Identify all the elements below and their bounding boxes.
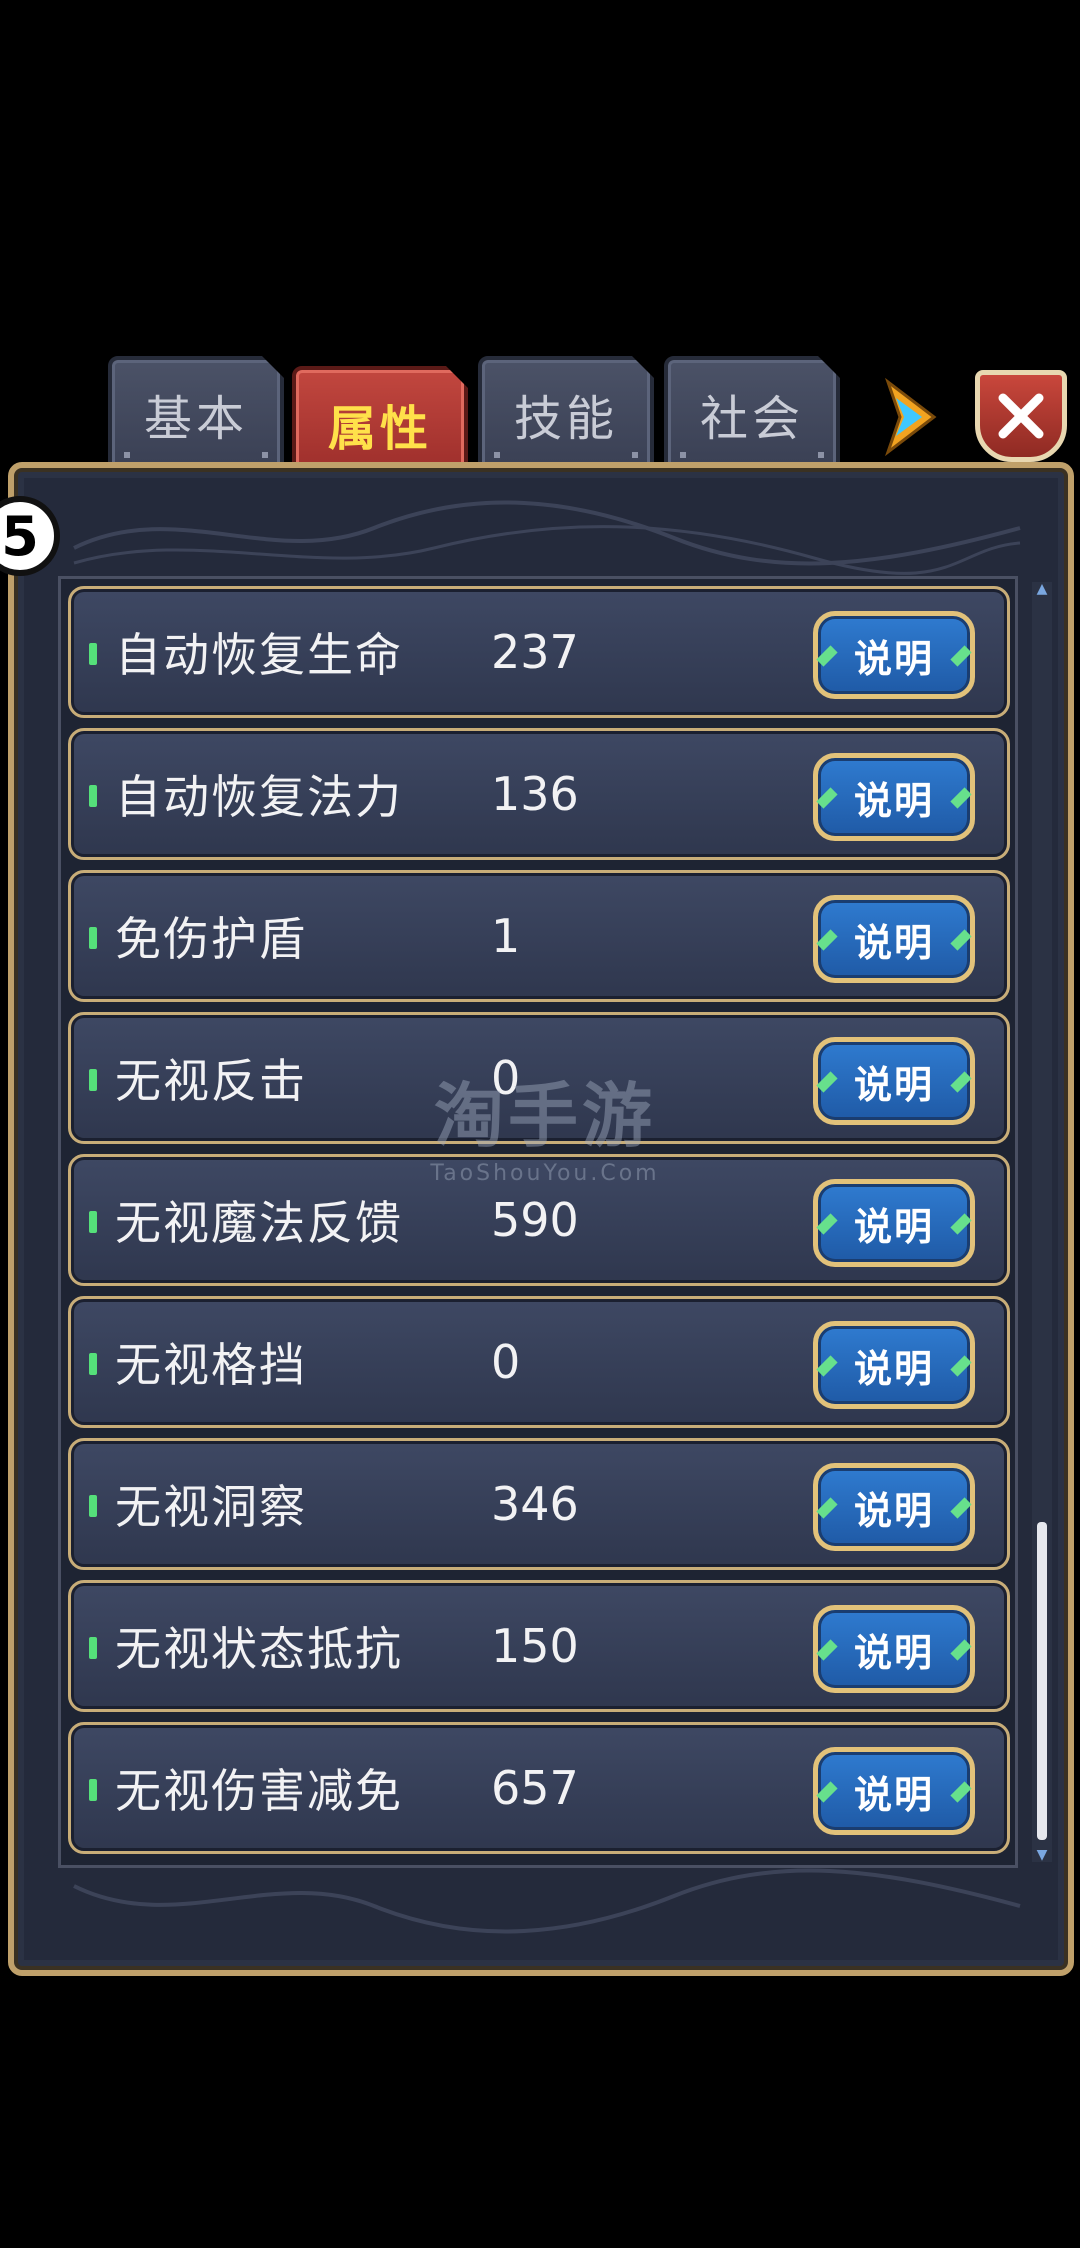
panel-ornament-top [73, 500, 1021, 575]
gem-icon [816, 1213, 838, 1235]
info-button-label: 说明 [853, 778, 934, 823]
info-button[interactable]: 说明 [813, 611, 975, 699]
attribute-value: 136 [491, 767, 579, 821]
row-marker [89, 1637, 97, 1659]
info-button-label: 说明 [853, 1204, 934, 1249]
attribute-value: 1 [491, 909, 521, 963]
attribute-name: 免伤护盾 [115, 912, 307, 966]
gem-icon [950, 1071, 972, 1093]
row-marker [89, 643, 97, 665]
gem-icon [950, 1781, 972, 1803]
info-button[interactable]: 说明 [813, 1605, 975, 1693]
arrow-right-icon [884, 377, 937, 457]
scroll-thumb[interactable] [1037, 1522, 1047, 1840]
row-marker [89, 1495, 97, 1517]
info-button[interactable]: 说明 [813, 895, 975, 983]
tab-skills-label: 技能 [513, 391, 618, 447]
gem-icon [816, 645, 838, 667]
row-marker [89, 1353, 97, 1375]
info-button[interactable]: 说明 [813, 1747, 975, 1835]
gem-icon [950, 929, 972, 951]
gem-icon [950, 645, 972, 667]
attribute-value: 657 [491, 1761, 579, 1815]
tab-social[interactable]: 社会 [664, 356, 840, 472]
attribute-value: 0 [491, 1335, 521, 1389]
attribute-row: 免伤护盾 1 说明 [68, 870, 1010, 1002]
attribute-row: 无视伤害减免 657 说明 [68, 1722, 1010, 1854]
row-marker [89, 927, 97, 949]
attribute-name: 自动恢复生命 [115, 628, 403, 682]
row-marker [89, 1211, 97, 1233]
gem-icon [816, 1071, 838, 1093]
attribute-name: 无视状态抵抗 [115, 1622, 403, 1676]
tab-dot [262, 452, 268, 458]
tab-basic-label: 基本 [143, 391, 248, 447]
tab-dot [680, 452, 686, 458]
gem-icon [950, 1355, 972, 1377]
gem-icon [816, 787, 838, 809]
info-button[interactable]: 说明 [813, 1179, 975, 1267]
gem-icon [816, 1497, 838, 1519]
gem-icon [950, 1213, 972, 1235]
info-button-label: 说明 [853, 1062, 934, 1107]
tab-dot [818, 452, 824, 458]
info-button-label: 说明 [853, 1630, 934, 1675]
gem-icon [950, 787, 972, 809]
attribute-value: 346 [491, 1477, 579, 1531]
next-arrow-button[interactable] [882, 377, 940, 457]
attribute-name: 自动恢复法力 [115, 770, 403, 824]
watermark-sub: TaoShouYou.Com [430, 1161, 660, 1186]
gem-icon [950, 1497, 972, 1519]
attribute-row: 自动恢复法力 136 说明 [68, 728, 1010, 860]
row-marker [89, 1069, 97, 1091]
attribute-name: 无视格挡 [115, 1338, 307, 1392]
info-button-label: 说明 [853, 636, 934, 681]
info-button-label: 说明 [853, 1772, 934, 1817]
gem-icon [950, 1639, 972, 1661]
attribute-name: 无视反击 [115, 1054, 307, 1108]
row-marker [89, 785, 97, 807]
info-button[interactable]: 说明 [813, 1037, 975, 1125]
close-icon [998, 393, 1044, 439]
scroll-up-icon[interactable]: ▲ [1032, 582, 1052, 596]
info-button-label: 说明 [853, 1488, 934, 1533]
gem-icon [816, 929, 838, 951]
info-button[interactable]: 说明 [813, 753, 975, 841]
watermark-main: 淘手游 [434, 1075, 656, 1157]
attribute-name: 无视魔法反馈 [115, 1196, 403, 1250]
attribute-row: 无视格挡 0 说明 [68, 1296, 1010, 1428]
list-scrollbar[interactable]: ▲ ▼ [1032, 582, 1052, 1862]
attribute-row: 自动恢复生命 237 说明 [68, 586, 1010, 718]
info-button[interactable]: 说明 [813, 1321, 975, 1409]
panel-ornament-bottom [73, 1868, 1021, 1934]
tab-dot [124, 452, 130, 458]
info-button[interactable]: 说明 [813, 1463, 975, 1551]
row-marker [89, 1779, 97, 1801]
attribute-value: 237 [491, 625, 579, 679]
attribute-value: 150 [491, 1619, 579, 1673]
gem-icon [816, 1355, 838, 1377]
tab-basic[interactable]: 基本 [108, 356, 284, 472]
level-badge-value: 5 [1, 504, 39, 568]
gem-icon [816, 1639, 838, 1661]
attribute-name: 无视洞察 [115, 1480, 307, 1534]
tab-dot [494, 452, 500, 458]
scroll-down-icon[interactable]: ▼ [1032, 1848, 1052, 1862]
info-button-label: 说明 [853, 920, 934, 965]
tab-social-label: 社会 [699, 391, 804, 447]
close-button[interactable] [975, 370, 1067, 462]
gem-icon [816, 1781, 838, 1803]
info-button-label: 说明 [853, 1346, 934, 1391]
attribute-row: 无视状态抵抗 150 说明 [68, 1580, 1010, 1712]
tab-attributes-label: 属性 [327, 401, 432, 457]
tab-dot [632, 452, 638, 458]
attribute-row: 无视洞察 346 说明 [68, 1438, 1010, 1570]
attribute-name: 无视伤害减免 [115, 1764, 403, 1818]
tab-skills[interactable]: 技能 [478, 356, 654, 472]
watermark: 淘手游 TaoShouYou.Com [410, 1060, 680, 1186]
